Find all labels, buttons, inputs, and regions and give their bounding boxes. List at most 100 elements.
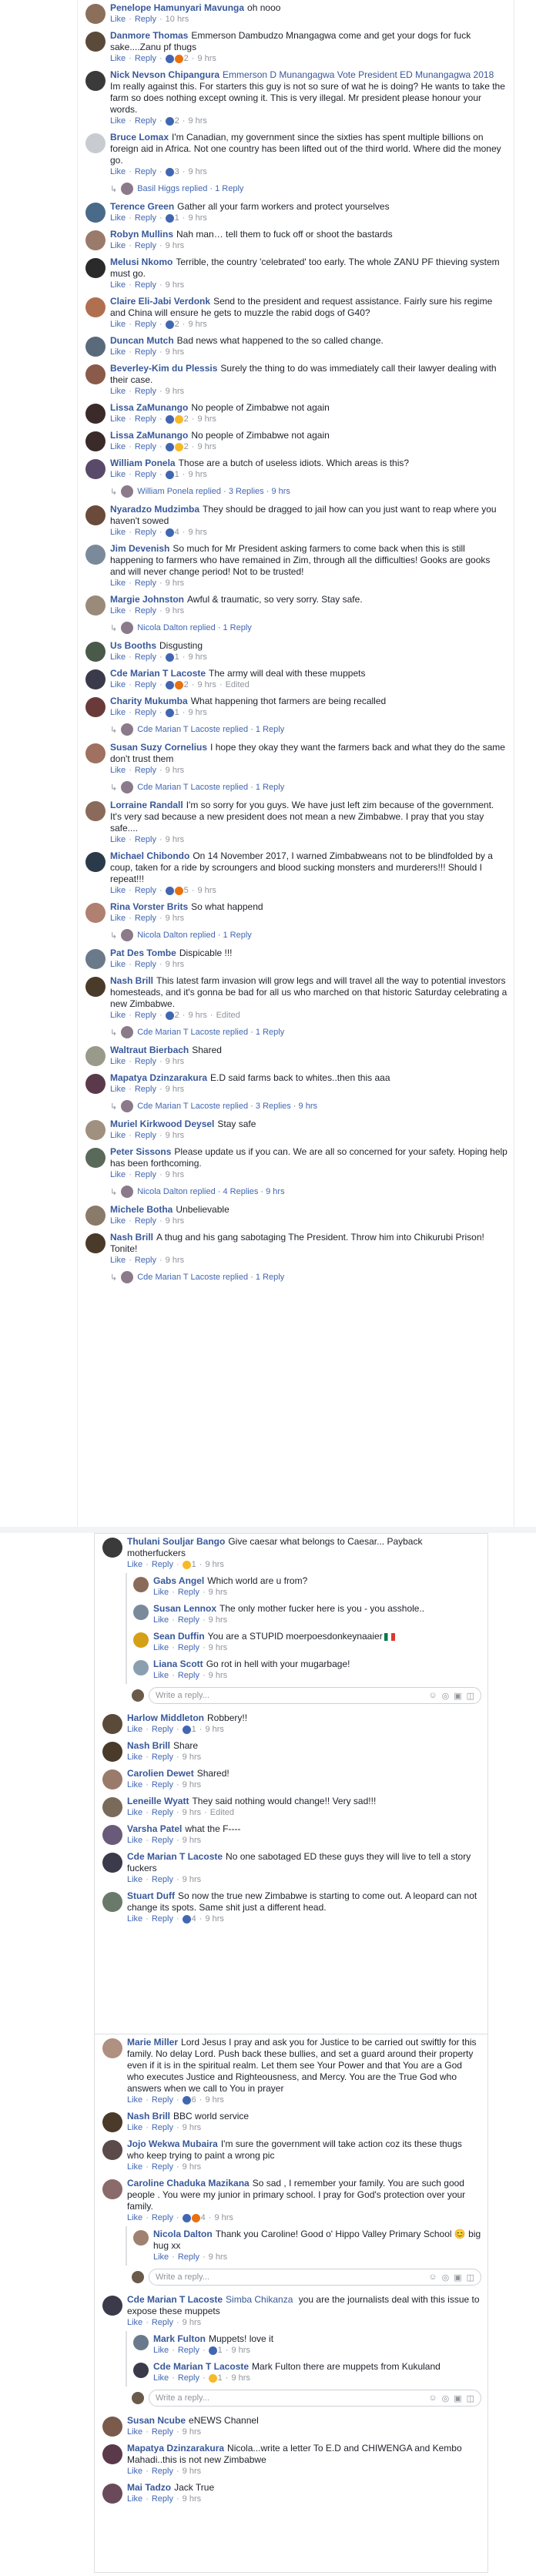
comment-time[interactable]: 9 hrs bbox=[183, 2466, 201, 2477]
view-replies-link[interactable]: ↳ Nicola Dalton replied · 1 Reply bbox=[110, 619, 514, 638]
like-link[interactable]: Like bbox=[110, 1130, 126, 1142]
comment-time[interactable]: 9 hrs bbox=[188, 1010, 206, 1021]
avatar[interactable] bbox=[102, 1538, 122, 1558]
comment-author[interactable]: Bruce Lomax bbox=[110, 132, 169, 143]
comment-author[interactable]: Penelope Hamunyari Mavunga bbox=[110, 2, 244, 13]
comment-author[interactable]: Waltraut Bierbach bbox=[110, 1045, 189, 1055]
comment-time[interactable]: 9 hrs bbox=[166, 765, 184, 776]
like-link[interactable]: Like bbox=[127, 2212, 142, 2224]
avatar[interactable] bbox=[85, 203, 106, 223]
comment-time[interactable]: 9 hrs bbox=[209, 1642, 227, 1654]
reply-link[interactable]: Reply bbox=[178, 2345, 199, 2356]
comment-time[interactable]: 9 hrs bbox=[188, 707, 206, 719]
like-link[interactable]: Like bbox=[110, 527, 126, 538]
comment-time[interactable]: 9 hrs bbox=[166, 959, 184, 971]
like-link[interactable]: Like bbox=[127, 1807, 142, 1819]
like-link[interactable]: Like bbox=[127, 2427, 142, 2438]
reply-link[interactable]: Reply bbox=[152, 2122, 173, 2134]
avatar[interactable] bbox=[85, 1046, 106, 1066]
comment-author[interactable]: Duncan Mutch bbox=[110, 335, 174, 346]
like-link[interactable]: Like bbox=[110, 53, 126, 65]
reaction-count[interactable]: 1 bbox=[182, 1559, 196, 1571]
avatar[interactable] bbox=[85, 743, 106, 763]
comment-time[interactable]: 9 hrs bbox=[166, 834, 184, 846]
comment-time[interactable]: 9 hrs bbox=[183, 2317, 201, 2329]
comment-time[interactable]: 9 hrs bbox=[188, 166, 206, 178]
comment-time[interactable]: 9 hrs bbox=[166, 240, 184, 252]
like-link[interactable]: Like bbox=[127, 2122, 142, 2134]
comment-author[interactable]: Susan Suzy Cornelius bbox=[110, 742, 207, 753]
reply-link[interactable]: Reply bbox=[135, 885, 156, 897]
comment-time[interactable]: 9 hrs bbox=[188, 319, 206, 330]
like-link[interactable]: Like bbox=[127, 2162, 142, 2173]
reply-link[interactable]: Reply bbox=[135, 578, 156, 589]
like-link[interactable]: Like bbox=[110, 280, 126, 291]
reply-input[interactable]: Write a reply... ☺ ◎ ▣ ◫ bbox=[149, 2269, 481, 2286]
avatar[interactable] bbox=[85, 4, 106, 24]
avatar[interactable] bbox=[85, 1120, 106, 1140]
comment-time[interactable]: 9 hrs bbox=[166, 1056, 184, 1068]
view-replies-link[interactable]: ↳ Nicola Dalton replied · 1 Reply bbox=[110, 927, 514, 945]
reply-link[interactable]: Reply bbox=[135, 414, 156, 425]
comment-author[interactable]: Harlow Middleton bbox=[127, 1712, 204, 1723]
like-link[interactable]: Like bbox=[127, 2466, 142, 2477]
avatar[interactable] bbox=[133, 1632, 149, 1648]
comment-author[interactable]: Carolien Dewet bbox=[127, 1768, 194, 1779]
comment-author[interactable]: Lissa ZaMunango bbox=[110, 402, 188, 413]
like-link[interactable]: Like bbox=[110, 213, 126, 224]
comment-time[interactable]: 9 hrs bbox=[166, 347, 184, 358]
reply-link[interactable]: Reply bbox=[135, 441, 156, 453]
reaction-count[interactable]: 2 bbox=[165, 116, 179, 127]
like-link[interactable]: Like bbox=[110, 652, 126, 663]
reaction-count[interactable]: 2 bbox=[165, 441, 189, 453]
reply-link[interactable]: Reply bbox=[152, 2427, 173, 2438]
comment-author[interactable]: Sean Duffin bbox=[153, 1631, 205, 1642]
comment-time[interactable]: 9 hrs bbox=[188, 116, 206, 127]
like-link[interactable]: Like bbox=[110, 679, 126, 691]
like-link[interactable]: Like bbox=[110, 319, 126, 330]
like-link[interactable]: Like bbox=[127, 2095, 142, 2106]
reaction-count[interactable]: 6 bbox=[182, 2095, 196, 2106]
avatar[interactable] bbox=[102, 1825, 122, 1845]
reaction-count[interactable]: 2 bbox=[165, 1010, 179, 1021]
view-replies-link[interactable]: ↳ Cde Marian T Lacoste replied · 1 Reply bbox=[110, 721, 514, 740]
reply-link[interactable]: Reply bbox=[135, 213, 156, 224]
reaction-count[interactable]: 4 bbox=[182, 2212, 206, 2224]
reply-link[interactable]: Reply bbox=[135, 14, 156, 25]
reply-link[interactable]: Reply bbox=[135, 527, 156, 538]
avatar[interactable] bbox=[85, 337, 106, 357]
avatar[interactable] bbox=[133, 2363, 149, 2378]
comment-author[interactable]: Nicola Dalton bbox=[153, 2229, 213, 2239]
reply-link[interactable]: Reply bbox=[152, 2212, 173, 2224]
avatar[interactable] bbox=[85, 1148, 106, 1168]
reply-link[interactable]: Reply bbox=[135, 1255, 156, 1266]
comment-time[interactable]: 9 hrs bbox=[205, 1914, 223, 1925]
reply-link[interactable]: Reply bbox=[135, 913, 156, 924]
avatar[interactable] bbox=[85, 364, 106, 384]
comment-time[interactable]: 9 hrs bbox=[166, 913, 184, 924]
reply-link[interactable]: Reply bbox=[152, 2494, 173, 2505]
comment-time[interactable]: 9 hrs bbox=[205, 2095, 223, 2106]
camera-icon[interactable]: ◎ bbox=[442, 2272, 450, 2283]
reply-input[interactable]: Write a reply... ☺ ◎ ▣ ◫ bbox=[149, 1687, 481, 1704]
sticker-icon[interactable]: ◫ bbox=[467, 1691, 474, 1701]
view-replies-link[interactable]: ↳ Cde Marian T Lacoste replied · 1 Reply bbox=[110, 1269, 514, 1287]
avatar[interactable] bbox=[102, 2444, 122, 2464]
reply-link[interactable]: Reply bbox=[135, 707, 156, 719]
reply-link[interactable]: Reply bbox=[135, 347, 156, 358]
reply-link[interactable]: Reply bbox=[135, 116, 156, 127]
reply-link[interactable]: Reply bbox=[178, 2252, 199, 2263]
comment-time[interactable]: 9 hrs bbox=[188, 652, 206, 663]
reply-link[interactable]: Reply bbox=[135, 1010, 156, 1021]
comment-author[interactable]: Cde Marian T Lacoste bbox=[153, 2361, 249, 2372]
like-link[interactable]: Like bbox=[110, 605, 126, 617]
reaction-count[interactable]: 1 bbox=[208, 2345, 223, 2356]
comment-author[interactable]: Margie Johnston bbox=[110, 594, 184, 605]
comment-author[interactable]: Nash Brill bbox=[127, 2111, 170, 2122]
like-link[interactable]: Like bbox=[110, 1084, 126, 1095]
like-link[interactable]: Like bbox=[110, 1169, 126, 1181]
avatar[interactable] bbox=[102, 2112, 122, 2132]
reply-link[interactable]: Reply bbox=[152, 1835, 173, 1846]
avatar[interactable] bbox=[85, 1206, 106, 1226]
reply-link[interactable]: Reply bbox=[135, 469, 156, 481]
